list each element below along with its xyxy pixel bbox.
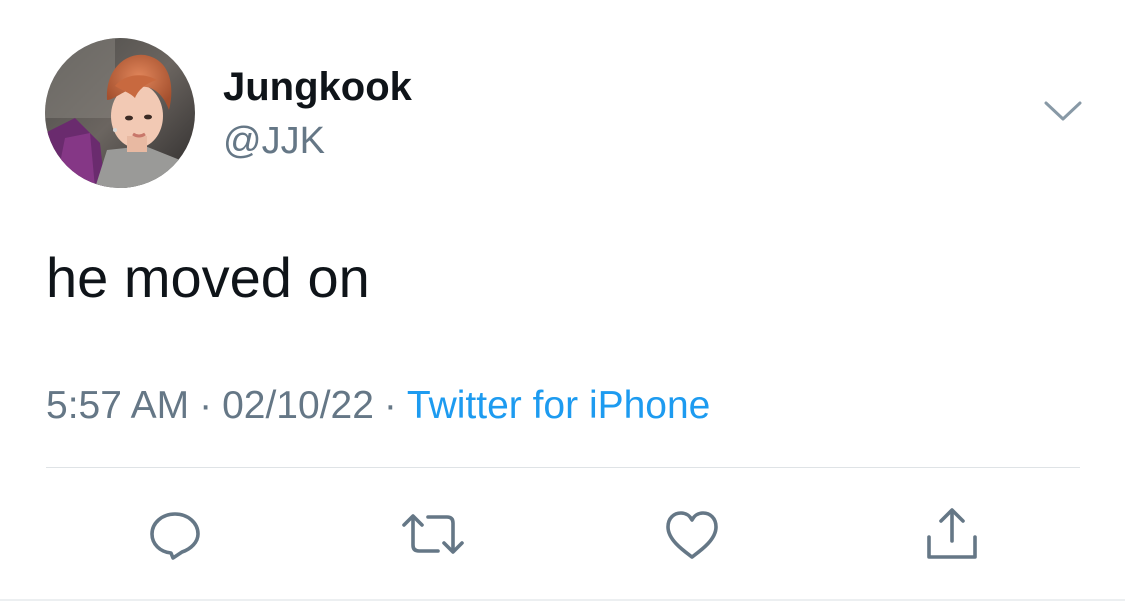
divider <box>46 467 1080 468</box>
share-button[interactable] <box>922 505 982 565</box>
tweet-text: he moved on <box>46 246 370 309</box>
reply-button[interactable] <box>145 505 205 565</box>
author-handle[interactable]: @JJK <box>223 118 325 164</box>
heart-icon <box>666 511 718 559</box>
tweet-source-link[interactable]: Twitter for iPhone <box>407 384 710 427</box>
share-icon <box>927 508 977 559</box>
retweet-button[interactable] <box>400 505 464 565</box>
avatar[interactable] <box>45 38 195 188</box>
meta-separator: · <box>383 384 397 427</box>
author-display-name[interactable]: Jungkook <box>223 63 412 111</box>
tweet-date: 02/10/22 <box>222 384 374 427</box>
tweet-meta: 5:57 AM · 02/10/22 · Twitter for iPhone <box>46 381 710 431</box>
avatar-image <box>45 38 195 188</box>
tweet-card: Jungkook @JJK he moved on 5:57 AM · 02/10/… <box>0 0 1125 601</box>
tweet-time: 5:57 AM <box>46 384 190 427</box>
chevron-down-icon[interactable] <box>1043 97 1083 127</box>
reply-icon <box>150 512 200 560</box>
retweet-icon <box>402 514 464 554</box>
meta-separator: · <box>199 384 213 427</box>
like-button[interactable] <box>662 505 722 565</box>
